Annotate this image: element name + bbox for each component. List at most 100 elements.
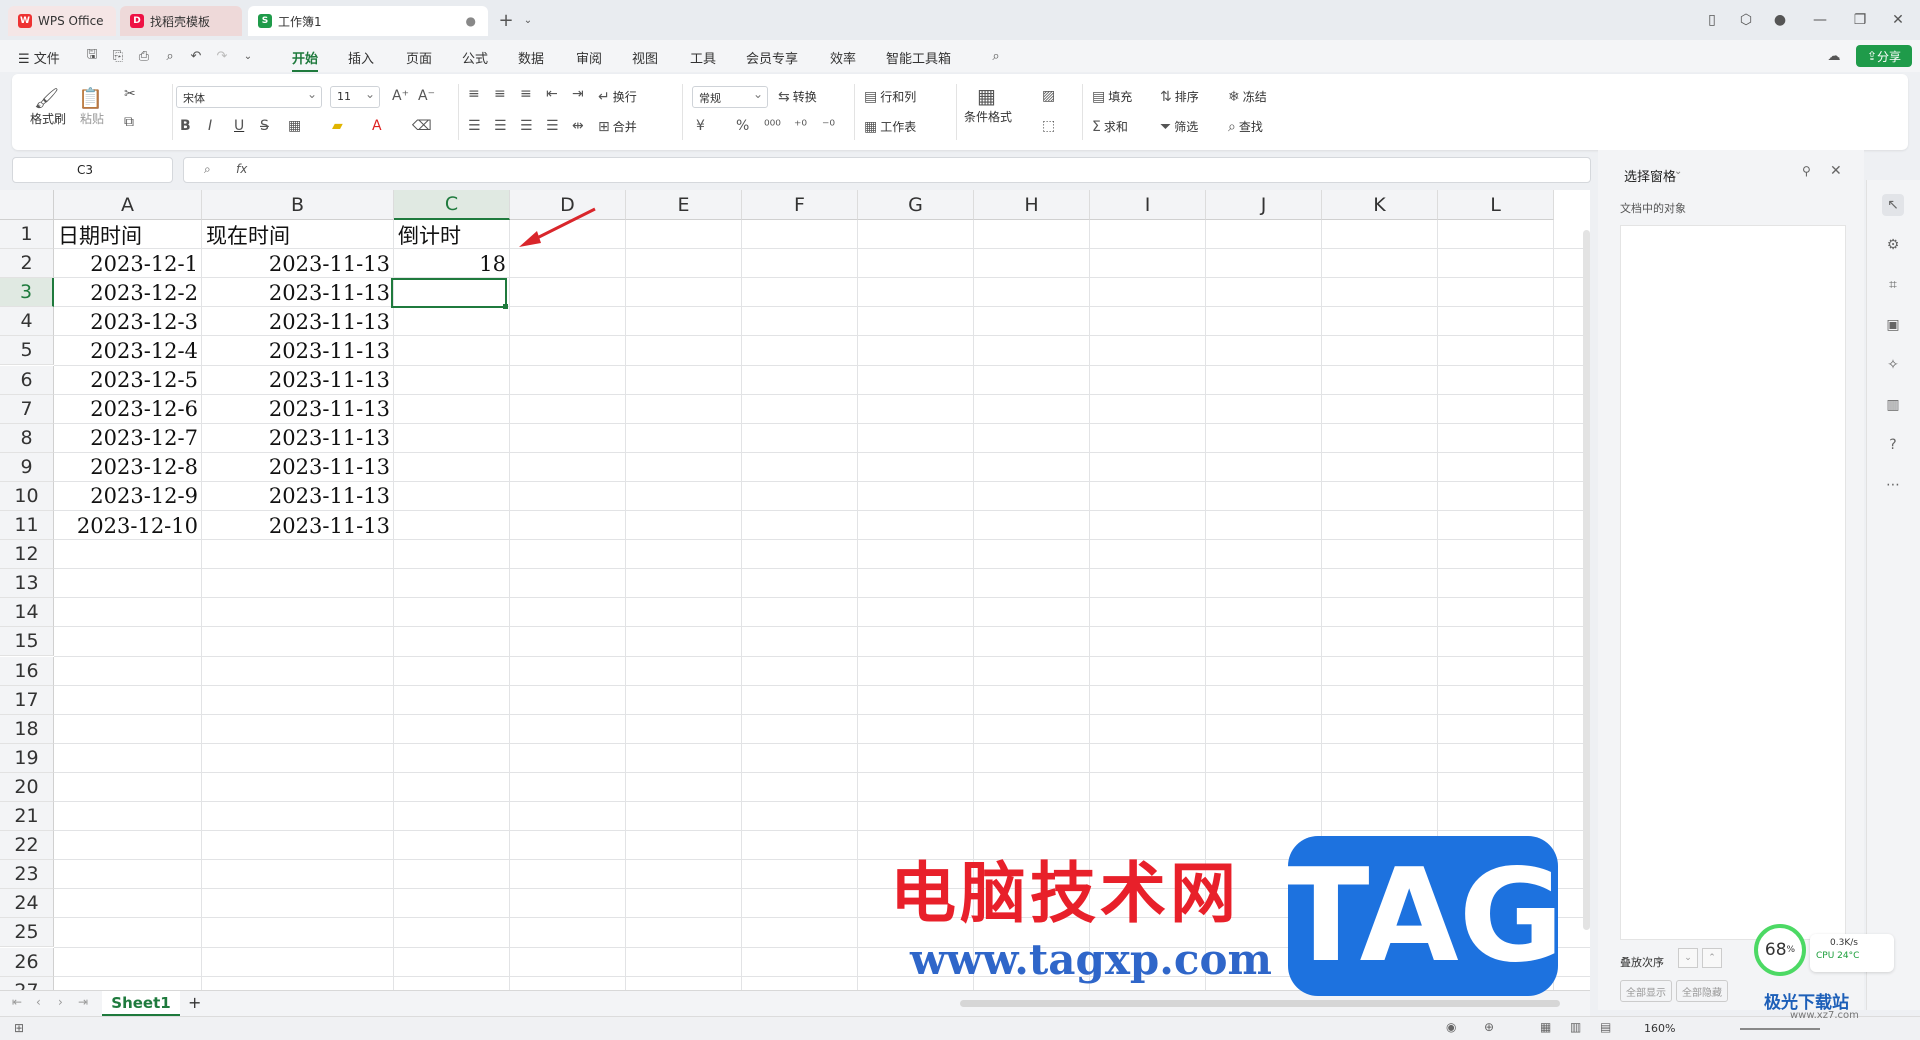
font-color-icon[interactable]: A [372,118,385,134]
find-button[interactable]: ⌕ 查找 [1228,118,1263,135]
number-format-select[interactable]: 常规 [692,86,768,108]
justify-icon[interactable]: ☰ [546,118,562,134]
selected-cell-c3[interactable] [391,278,507,308]
header-cell[interactable]: 倒计时 [394,220,510,249]
date-cell[interactable]: 2023-12-1 [54,249,202,278]
row-header-14[interactable]: 14 [0,598,54,628]
settings-sliders-icon[interactable]: ⚙ [1882,234,1904,256]
row-header-5[interactable]: 5 [0,336,54,366]
print-icon[interactable]: ⎙ [136,48,152,64]
column-header-i[interactable]: I [1090,190,1206,220]
now-cell[interactable]: 2023-11-13 [202,424,394,453]
row-header-2[interactable]: 2 [0,249,54,279]
row-header-7[interactable]: 7 [0,394,54,424]
cut-icon[interactable]: ✂ [124,86,139,102]
currency-icon[interactable]: ¥ [696,118,708,134]
order-up-icon[interactable]: ⌃ [1702,948,1722,968]
now-cell[interactable]: 2023-11-13 [202,453,394,482]
column-header-h[interactable]: H [974,190,1090,220]
paste-button[interactable]: 📋 粘贴 [78,86,106,127]
format-painter-button[interactable]: 🖌 格式刷 [30,86,66,127]
sheet-tab-sheet1[interactable]: Sheet1 [102,991,180,1016]
column-header-k[interactable]: K [1322,190,1438,220]
more-chevron-icon[interactable]: ⌄ [240,48,256,64]
prev-sheet-icon[interactable]: ‹ [36,995,41,1009]
increase-decimal-icon[interactable]: ⁺⁰ [794,118,810,134]
redo-icon[interactable]: ↷ [214,48,230,64]
eye-icon[interactable]: ◉ [1446,1020,1456,1034]
now-cell[interactable]: 2023-11-13 [202,249,394,278]
row-header-10[interactable]: 10 [0,481,54,511]
cube-icon[interactable]: ⬡ [1736,10,1756,30]
tab-wps-office[interactable]: W WPS Office [8,6,116,36]
cpu-gauge[interactable]: 68% [1754,924,1806,976]
now-cell[interactable]: 2023-11-13 [202,278,394,307]
avatar[interactable]: ● [1770,10,1790,30]
now-cell[interactable]: 2023-11-13 [202,482,394,511]
header-cell[interactable]: 日期时间 [54,220,202,249]
wrap-text-button[interactable]: ↵ 换行 [598,88,637,105]
close-icon[interactable]: ✕ [1888,10,1908,30]
countdown-cell[interactable]: 18 [394,249,510,278]
pane-close-icon[interactable]: ✕ [1830,163,1842,179]
date-cell[interactable]: 2023-12-5 [54,366,202,395]
date-cell[interactable]: 2023-12-10 [54,511,202,540]
border-icon[interactable]: ▦ [288,118,304,134]
column-header-l[interactable]: L [1438,190,1554,220]
strikethrough-icon[interactable]: S̶ [260,118,272,134]
row-header-9[interactable]: 9 [0,452,54,482]
menu-view[interactable]: 视图 [632,48,658,67]
date-cell[interactable]: 2023-12-3 [54,307,202,336]
align-top-icon[interactable]: ≡ [468,86,483,102]
horizontal-scrollbar[interactable] [960,1000,1560,1007]
minimize-icon[interactable]: — [1810,10,1830,30]
cell-style-icon[interactable]: ▨ [1042,88,1058,104]
date-cell[interactable]: 2023-12-8 [54,453,202,482]
name-box[interactable]: C3 [12,157,173,183]
clear-format-icon[interactable]: ⌫ [412,118,435,134]
column-header-c[interactable]: C [394,190,510,220]
now-cell[interactable]: 2023-11-13 [202,395,394,424]
align-bottom-icon[interactable]: ≡ [520,86,535,102]
row-header-1[interactable]: 1 [0,220,54,250]
vertical-scrollbar[interactable] [1583,230,1590,930]
menu-file[interactable]: ☰ 文件 [18,48,60,67]
row-header-4[interactable]: 4 [0,307,54,337]
next-sheet-icon[interactable]: › [58,995,63,1009]
font-size-select[interactable]: 11 [330,86,380,108]
menu-tools[interactable]: 工具 [690,48,716,67]
menu-home[interactable]: 开始 [292,48,319,72]
row-header-22[interactable]: 22 [0,831,54,861]
book-icon[interactable]: ▥ [1882,394,1904,416]
export-icon[interactable]: ⎘ [110,48,126,64]
restore-icon[interactable]: ❐ [1850,10,1870,30]
row-header-6[interactable]: 6 [0,365,54,395]
menu-data[interactable]: 数据 [518,48,544,67]
protect-icon[interactable]: ⊕ [1484,1020,1494,1034]
grow-font-icon[interactable]: A⁺ [392,88,412,104]
percent-icon[interactable]: % [736,118,752,134]
formula-bar[interactable]: ⌕ fx [183,157,1591,183]
row-header-3[interactable]: 3 [0,278,54,308]
fx-label[interactable]: fx [236,162,247,176]
normal-view-icon[interactable]: ▦ [1540,1020,1551,1034]
row-header-16[interactable]: 16 [0,656,54,686]
tools-icon[interactable]: ✧ [1882,354,1904,376]
tab-workbook[interactable]: S 工作簿1 ● [248,6,488,36]
add-sheet-icon[interactable]: + [188,993,201,1012]
row-header-20[interactable]: 20 [0,772,54,802]
copy-icon[interactable]: ⧉ [124,114,137,130]
sum-button[interactable]: Σ 求和 [1092,118,1128,135]
column-header-j[interactable]: J [1206,190,1322,220]
macro-icon[interactable]: ⊞ [14,1021,24,1035]
now-cell[interactable]: 2023-11-13 [202,307,394,336]
row-header-17[interactable]: 17 [0,685,54,715]
cloud-icon[interactable]: ☁ [1826,48,1842,64]
column-header-g[interactable]: G [858,190,974,220]
date-cell[interactable]: 2023-12-6 [54,395,202,424]
thousands-icon[interactable]: ⁰⁰⁰ [764,118,784,134]
freeze-button[interactable]: ❄ 冻结 [1228,88,1267,105]
now-cell[interactable]: 2023-11-13 [202,511,394,540]
row-header-13[interactable]: 13 [0,569,54,599]
pin-icon[interactable]: ⚲ [1802,164,1811,178]
